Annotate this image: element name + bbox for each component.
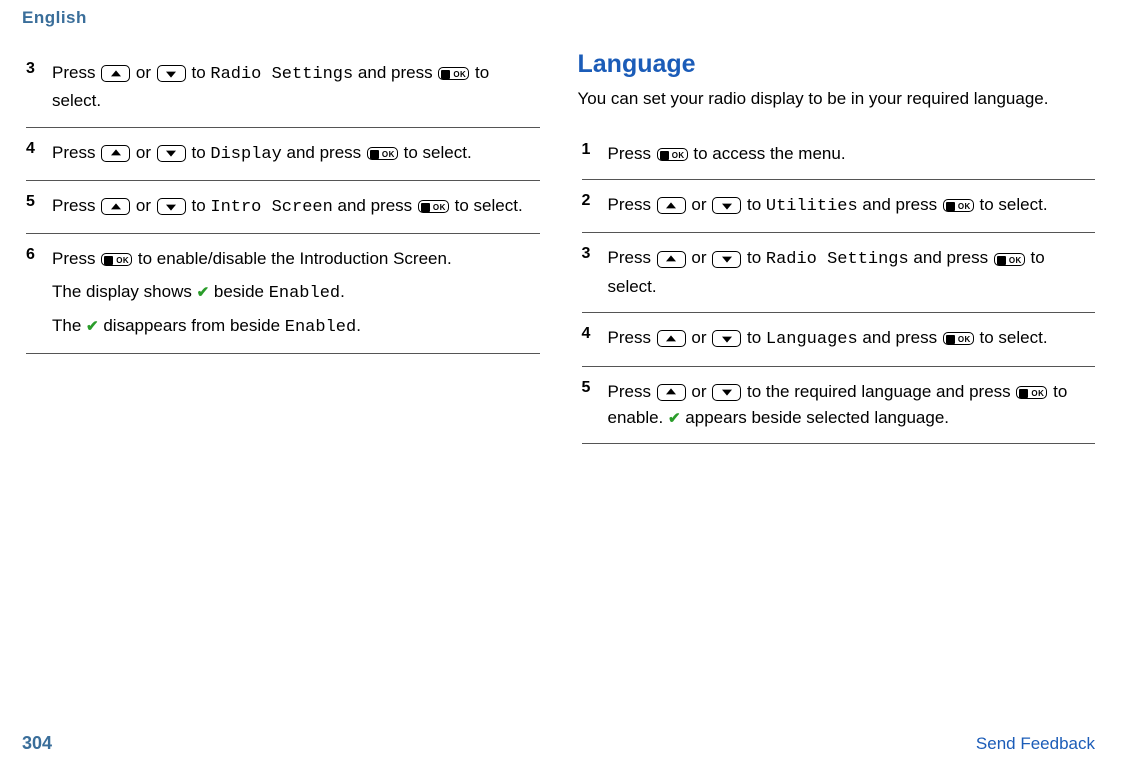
right-steps-list: 1Press to access the menu.2Press or to U… [582, 129, 1096, 444]
right-column: Language You can set your radio display … [578, 48, 1096, 444]
ok-button-icon [943, 332, 974, 345]
step-paragraph: The display shows ✔ beside Enabled. [52, 279, 540, 307]
step-body: Press or to the required language and pr… [608, 379, 1096, 432]
up-button-icon [101, 198, 130, 215]
down-button-icon [157, 145, 186, 162]
section-title: Language [578, 50, 1096, 79]
step-item: 2Press or to Utilities and press to sele… [582, 180, 1096, 233]
step-number: 2 [582, 192, 608, 220]
up-button-icon [657, 251, 686, 268]
step-item: 6Press to enable/disable the Introductio… [26, 234, 540, 354]
menu-option: Enabled [269, 284, 340, 303]
step-item: 3Press or to Radio Settings and press to… [582, 233, 1096, 313]
down-button-icon [712, 330, 741, 347]
step-item: 3Press or to Radio Settings and press to… [26, 48, 540, 128]
step-body: Press or to Radio Settings and press to … [52, 60, 540, 115]
menu-option: Intro Screen [210, 198, 332, 217]
step-paragraph: Press or to the required language and pr… [608, 379, 1096, 432]
ok-button-icon [418, 200, 449, 213]
step-body: Press or to Languages and press to selec… [608, 325, 1096, 353]
step-paragraph: Press or to Utilities and press to selec… [608, 192, 1096, 220]
step-body: Press to access the menu. [608, 141, 1096, 167]
send-feedback-link[interactable]: Send Feedback [976, 734, 1095, 754]
step-body: Press to enable/disable the Introduction… [52, 246, 540, 341]
step-number: 5 [26, 193, 52, 221]
step-number: 4 [582, 325, 608, 353]
step-body: Press or to Intro Screen and press to se… [52, 193, 540, 221]
step-number: 6 [26, 246, 52, 341]
step-paragraph: Press or to Display and press to select. [52, 140, 540, 168]
checkmark-icon: ✔ [86, 315, 99, 338]
ok-button-icon [1016, 386, 1047, 399]
step-paragraph: Press or to Languages and press to selec… [608, 325, 1096, 353]
menu-option: Display [210, 145, 281, 164]
footer: 304 Send Feedback [22, 733, 1095, 754]
section-intro: You can set your radio display to be in … [578, 87, 1096, 111]
step-item: 5Press or to the required language and p… [582, 367, 1096, 445]
ok-button-icon [943, 199, 974, 212]
header-language: English [22, 8, 1095, 28]
step-number: 5 [582, 379, 608, 432]
step-paragraph: Press to access the menu. [608, 141, 1096, 167]
step-item: 4Press or to Display and press to select… [26, 128, 540, 181]
step-body: Press or to Display and press to select. [52, 140, 540, 168]
step-paragraph: The ✔ disappears from beside Enabled. [52, 313, 540, 341]
step-paragraph: Press or to Intro Screen and press to se… [52, 193, 540, 221]
up-button-icon [101, 145, 130, 162]
up-button-icon [657, 384, 686, 401]
menu-option: Languages [766, 330, 858, 349]
checkmark-icon: ✔ [668, 407, 681, 430]
ok-button-icon [101, 253, 132, 266]
step-number: 3 [582, 245, 608, 300]
up-button-icon [657, 330, 686, 347]
down-button-icon [712, 251, 741, 268]
left-column: 3Press or to Radio Settings and press to… [22, 48, 540, 444]
page-number: 304 [22, 733, 52, 754]
left-steps-list: 3Press or to Radio Settings and press to… [26, 48, 540, 354]
up-button-icon [657, 197, 686, 214]
ok-button-icon [657, 148, 688, 161]
menu-option: Utilities [766, 197, 858, 216]
ok-button-icon [994, 253, 1025, 266]
step-paragraph: Press or to Radio Settings and press to … [52, 60, 540, 115]
step-item: 5Press or to Intro Screen and press to s… [26, 181, 540, 234]
down-button-icon [157, 198, 186, 215]
up-button-icon [101, 65, 130, 82]
down-button-icon [712, 384, 741, 401]
ok-button-icon [438, 67, 469, 80]
menu-option: Enabled [285, 318, 356, 337]
step-number: 3 [26, 60, 52, 115]
step-body: Press or to Utilities and press to selec… [608, 192, 1096, 220]
down-button-icon [157, 65, 186, 82]
down-button-icon [712, 197, 741, 214]
content-columns: 3Press or to Radio Settings and press to… [22, 48, 1095, 444]
menu-option: Radio Settings [766, 250, 909, 269]
menu-option: Radio Settings [210, 65, 353, 84]
step-number: 1 [582, 141, 608, 167]
step-paragraph: Press or to Radio Settings and press to … [608, 245, 1096, 300]
step-paragraph: Press to enable/disable the Introduction… [52, 246, 540, 272]
step-body: Press or to Radio Settings and press to … [608, 245, 1096, 300]
step-item: 1Press to access the menu. [582, 129, 1096, 180]
ok-button-icon [367, 147, 398, 160]
page: English 3Press or to Radio Settings and … [0, 0, 1131, 762]
step-item: 4Press or to Languages and press to sele… [582, 313, 1096, 366]
step-number: 4 [26, 140, 52, 168]
checkmark-icon: ✔ [197, 281, 210, 304]
